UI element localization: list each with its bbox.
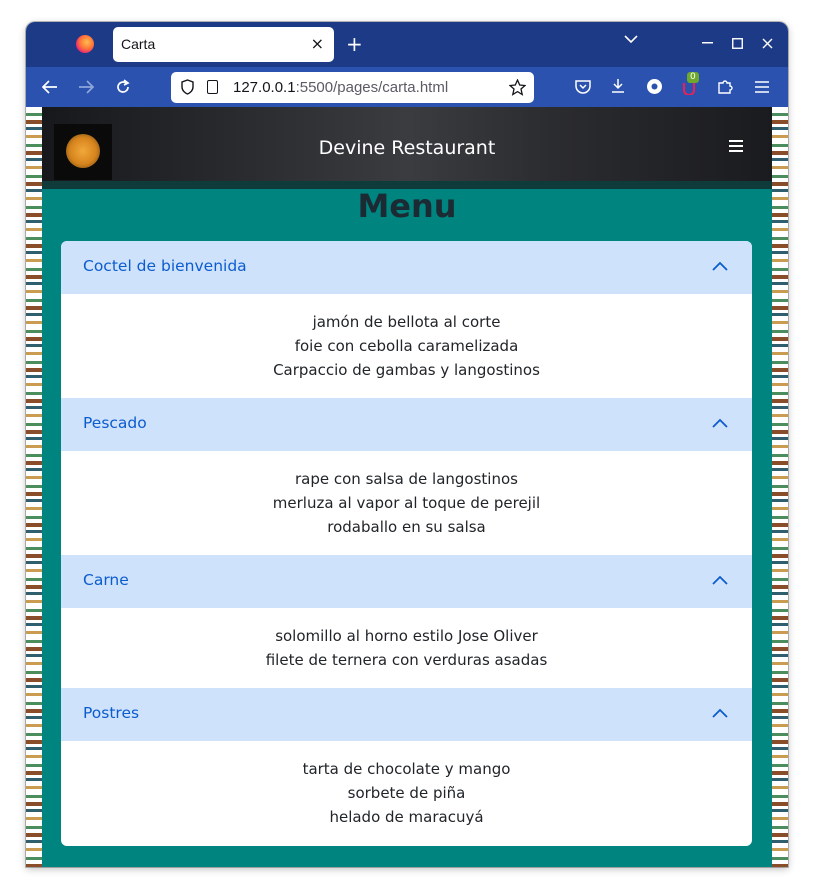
address-bar[interactable]: 127.0.0.1:5500/pages/carta.html	[171, 72, 534, 103]
accordion-body-postres: tarta de chocolate y mango sorbete de pi…	[61, 757, 752, 829]
menu-item: filete de ternera con verduras asadas	[265, 651, 548, 669]
chevron-down-icon[interactable]	[624, 34, 638, 44]
site-header: Devine Restaurant	[42, 107, 772, 181]
hamburger-menu-icon[interactable]	[755, 81, 769, 93]
puzzle-icon[interactable]	[717, 78, 733, 94]
nav-toggle-icon[interactable]	[729, 140, 743, 152]
maximize-icon[interactable]	[732, 38, 743, 49]
forward-arrow-icon[interactable]	[78, 80, 94, 94]
chevron-up-icon	[712, 575, 728, 585]
menu-item: sorbete de piña	[347, 784, 466, 802]
accordion-header-postres[interactable]: Postres	[61, 688, 752, 741]
browser-window: Carta × + 127.0.0.1:5500/pages/carta.htm…	[26, 22, 788, 867]
accordion-body-carne: solomillo al horno estilo Jose Oliver fi…	[61, 624, 752, 672]
download-icon[interactable]	[610, 78, 626, 94]
menu-item: foie con cebolla caramelizada	[294, 337, 519, 355]
shield-icon[interactable]	[181, 79, 194, 95]
new-tab-button[interactable]: +	[346, 31, 363, 57]
back-arrow-icon[interactable]	[42, 80, 58, 94]
page-title: Menu	[357, 187, 457, 225]
chevron-up-icon	[712, 261, 728, 271]
brand-name[interactable]: Devine Restaurant	[42, 137, 772, 159]
menu-item: jamón de bellota al corte	[312, 313, 501, 331]
accordion-label: Coctel de bienvenida	[83, 257, 247, 275]
decorative-pattern-right	[772, 107, 788, 867]
menu-item: helado de maracuyá	[329, 808, 484, 826]
url-host: 127.0.0.1	[233, 79, 296, 96]
accordion-body-coctel: jamón de bellota al corte foie con cebol…	[61, 310, 752, 382]
menu-item: rodaballo en su salsa	[327, 518, 486, 536]
minimize-icon[interactable]	[702, 42, 713, 44]
close-tab-icon[interactable]: ×	[311, 34, 324, 54]
menu-item: solomillo al horno estilo Jose Oliver	[275, 627, 538, 645]
reload-icon[interactable]	[115, 79, 131, 95]
decorative-pattern-left	[26, 107, 42, 867]
page-viewport: Devine Restaurant Menu Coctel de bienven…	[26, 107, 788, 867]
chevron-up-icon	[712, 418, 728, 428]
accordion-body-pescado: rape con salsa de langostinos merluza al…	[61, 467, 752, 539]
accordion-header-pescado[interactable]: Pescado	[61, 398, 752, 451]
extension-circle-icon[interactable]	[646, 78, 663, 95]
accordion-header-carne[interactable]: Carne	[61, 555, 752, 608]
extension-badge: 0	[687, 72, 699, 83]
menu-item: Carpaccio de gambas y langostinos	[273, 361, 540, 379]
page-icon[interactable]	[207, 80, 218, 94]
url-text[interactable]: 127.0.0.1:5500/pages/carta.html	[233, 79, 448, 96]
accordion-label: Carne	[83, 571, 129, 589]
url-path: :5500/pages/carta.html	[295, 79, 449, 96]
accordion-header-coctel[interactable]: Coctel de bienvenida	[61, 241, 752, 294]
firefox-icon[interactable]	[76, 35, 94, 53]
chevron-up-icon	[712, 708, 728, 718]
close-window-icon[interactable]	[762, 38, 773, 49]
tab-bar: Carta × +	[26, 22, 788, 67]
navigation-toolbar: 127.0.0.1:5500/pages/carta.html 0	[26, 67, 788, 107]
tab-title: Carta	[121, 36, 156, 52]
accordion-label: Postres	[83, 704, 140, 722]
bookmark-star-icon[interactable]	[509, 79, 526, 96]
pocket-icon[interactable]	[575, 79, 591, 94]
main-content: Devine Restaurant Menu Coctel de bienven…	[42, 107, 772, 867]
menu-item: tarta de chocolate y mango	[302, 760, 511, 778]
menu-accordion: Coctel de bienvenida jamón de bellota al…	[61, 241, 752, 846]
menu-item: rape con salsa de langostinos	[295, 470, 518, 488]
tab-carta[interactable]: Carta ×	[113, 27, 334, 62]
menu-item: merluza al vapor al toque de perejil	[272, 494, 541, 512]
accordion-label: Pescado	[83, 414, 147, 432]
